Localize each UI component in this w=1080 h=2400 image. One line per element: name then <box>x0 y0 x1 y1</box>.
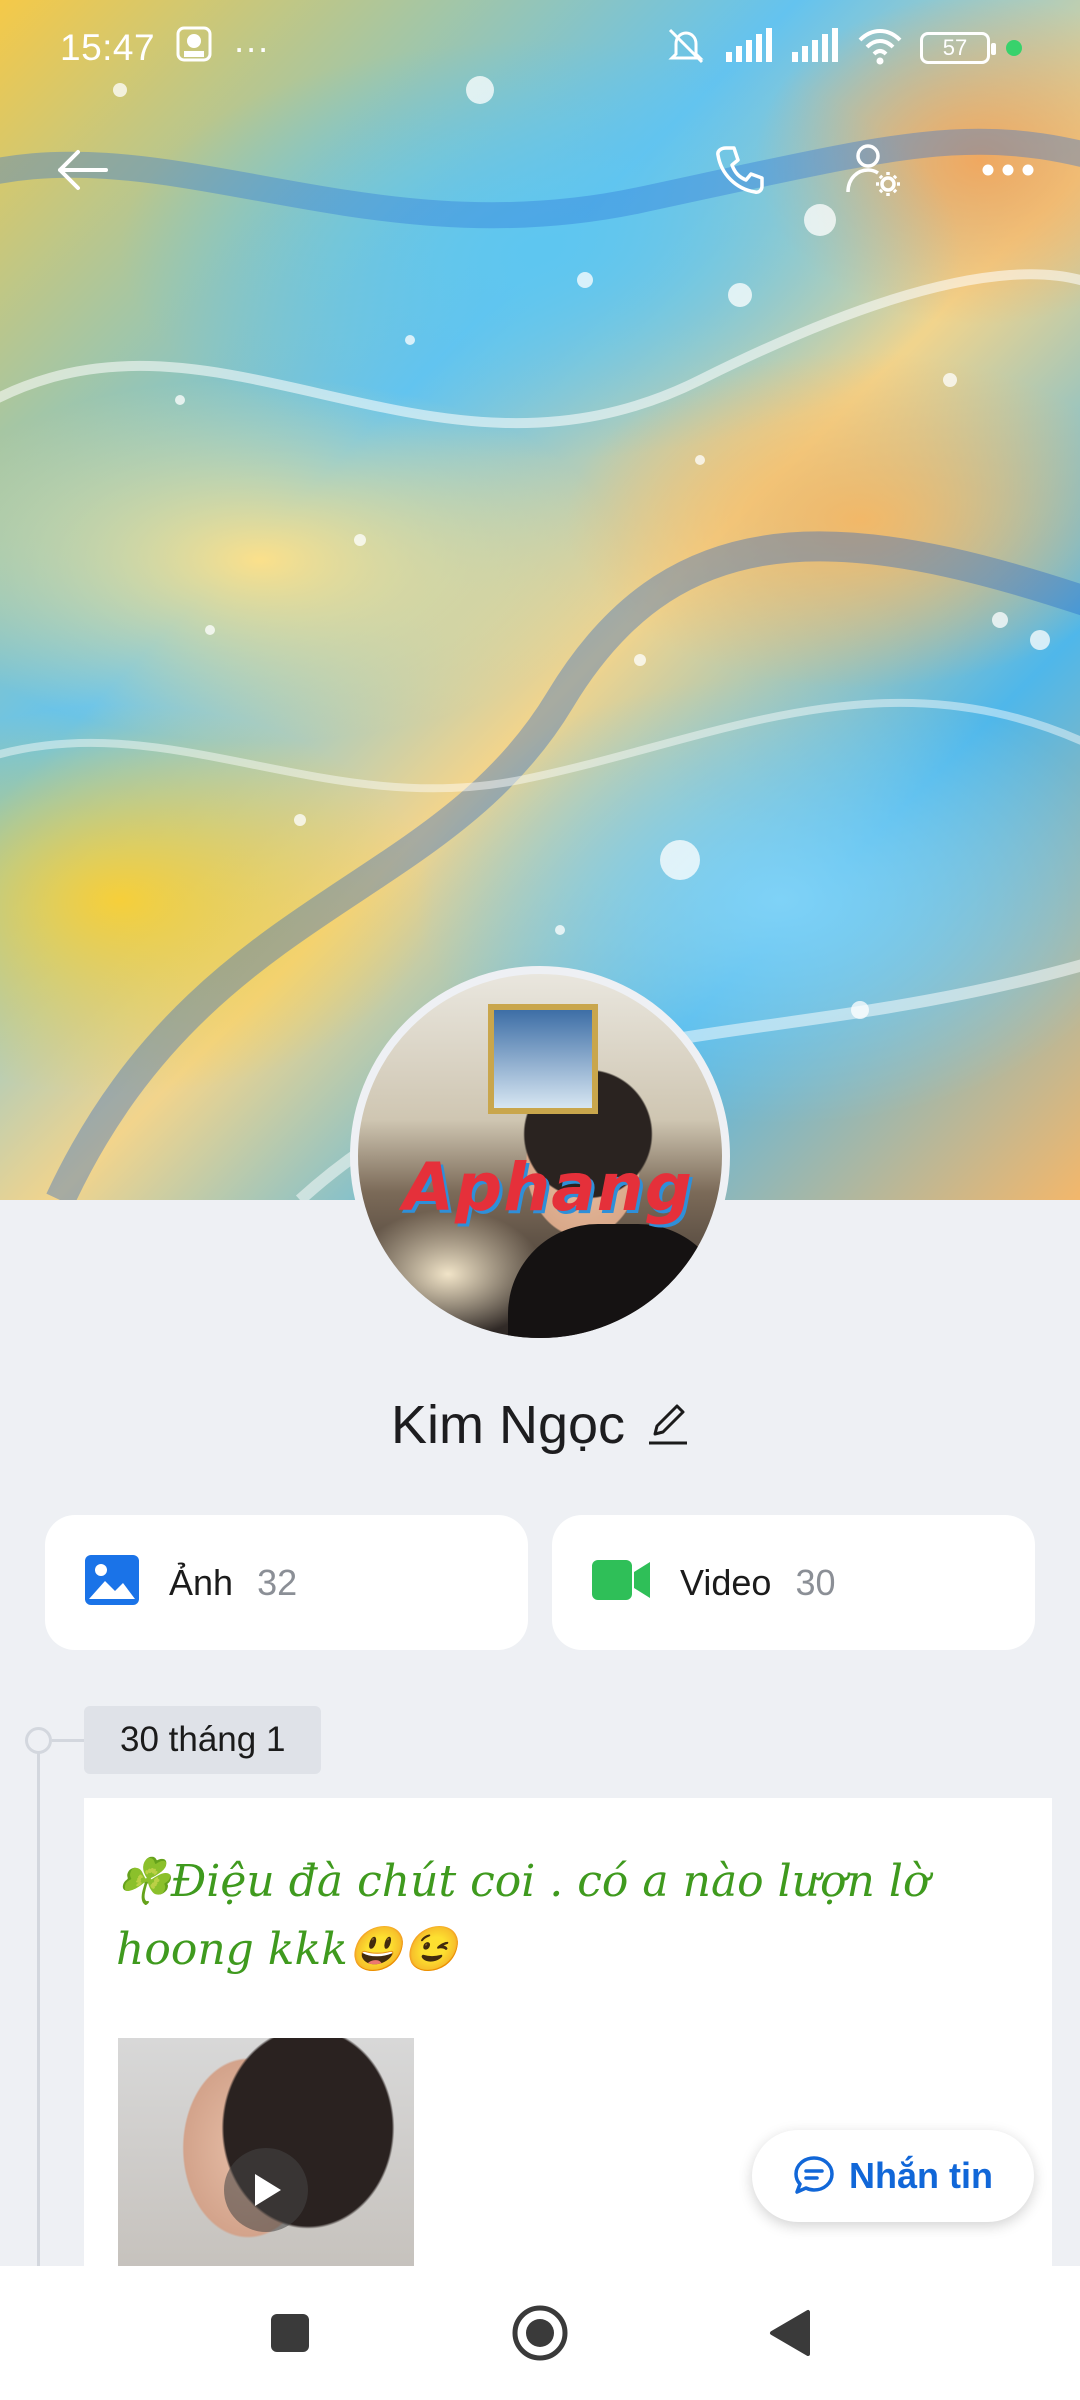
profile-name: Kim Ngọc <box>390 1395 626 1455</box>
call-button[interactable] <box>704 134 776 206</box>
profile-name-row: Kim Ngọc <box>0 1385 1080 1465</box>
video-camera-icon <box>592 1558 650 1607</box>
phone-icon <box>716 146 764 194</box>
videos-count: 30 <box>795 1561 836 1603</box>
profile-screen: 15:47 ··· 57 Aphang Kim Ngọc Ảnh 32 Vide… <box>0 0 1080 2400</box>
triangle-back-icon <box>770 2310 810 2356</box>
play-button[interactable] <box>224 2148 308 2232</box>
signal-icon-1 <box>724 27 774 69</box>
signal-icon-2 <box>790 27 840 69</box>
message-button-label: Nhắn tin <box>849 2155 993 2196</box>
timeline-date: 30 tháng 1 <box>84 1706 322 1774</box>
more-options-button[interactable] <box>972 134 1044 206</box>
chat-bubble-icon <box>794 2156 834 2194</box>
circle-home-icon <box>512 2305 568 2361</box>
notification-icon <box>175 25 213 72</box>
avatar-watermark: Aphang <box>402 1149 694 1226</box>
back-arrow-icon <box>58 150 108 190</box>
photos-card[interactable]: Ảnh 32 <box>45 1515 528 1650</box>
battery-icon: 57 <box>920 32 996 64</box>
photos-label: Ảnh <box>169 1561 234 1603</box>
photos-count: 32 <box>257 1561 298 1603</box>
avatar-dress <box>508 1224 722 1338</box>
mute-icon <box>664 24 708 73</box>
home-button[interactable] <box>505 2298 575 2368</box>
play-icon <box>255 2174 281 2206</box>
timeline-node <box>25 1727 52 1754</box>
post-text: ☘️Điệu đà chút coi . có a nào lượn lờ ho… <box>116 1856 930 1975</box>
post-video-thumbnail[interactable] <box>118 2038 414 2268</box>
profile-avatar[interactable]: Aphang <box>350 966 730 1346</box>
privacy-indicator-dot <box>1006 40 1022 56</box>
profile-settings-button[interactable] <box>838 134 910 206</box>
avatar-background-frame <box>488 1004 598 1114</box>
back-nav-button[interactable] <box>755 2298 825 2368</box>
status-time: 15:47 <box>60 27 156 68</box>
top-nav <box>0 120 1080 220</box>
recents-button[interactable] <box>255 2298 325 2368</box>
wifi-icon <box>856 26 904 71</box>
edit-name-button[interactable] <box>647 1400 689 1451</box>
more-horizontal-icon <box>982 164 1034 176</box>
back-button[interactable] <box>46 134 118 206</box>
timeline-line <box>37 1740 40 2280</box>
pencil-icon <box>649 1404 688 1444</box>
more-notifications-icon: ··· <box>233 27 270 68</box>
square-icon <box>271 2314 309 2352</box>
system-navigation-bar <box>0 2266 1080 2400</box>
image-icon <box>85 1555 139 1610</box>
videos-label: Video <box>680 1561 772 1603</box>
user-gear-icon <box>846 144 900 196</box>
media-summary: Ảnh 32 Video 30 <box>45 1515 1035 1650</box>
status-bar: 15:47 ··· 57 <box>0 0 1080 96</box>
message-button[interactable]: Nhắn tin <box>752 2130 1034 2222</box>
videos-card[interactable]: Video 30 <box>552 1515 1035 1650</box>
timeline-connector <box>52 1739 84 1742</box>
